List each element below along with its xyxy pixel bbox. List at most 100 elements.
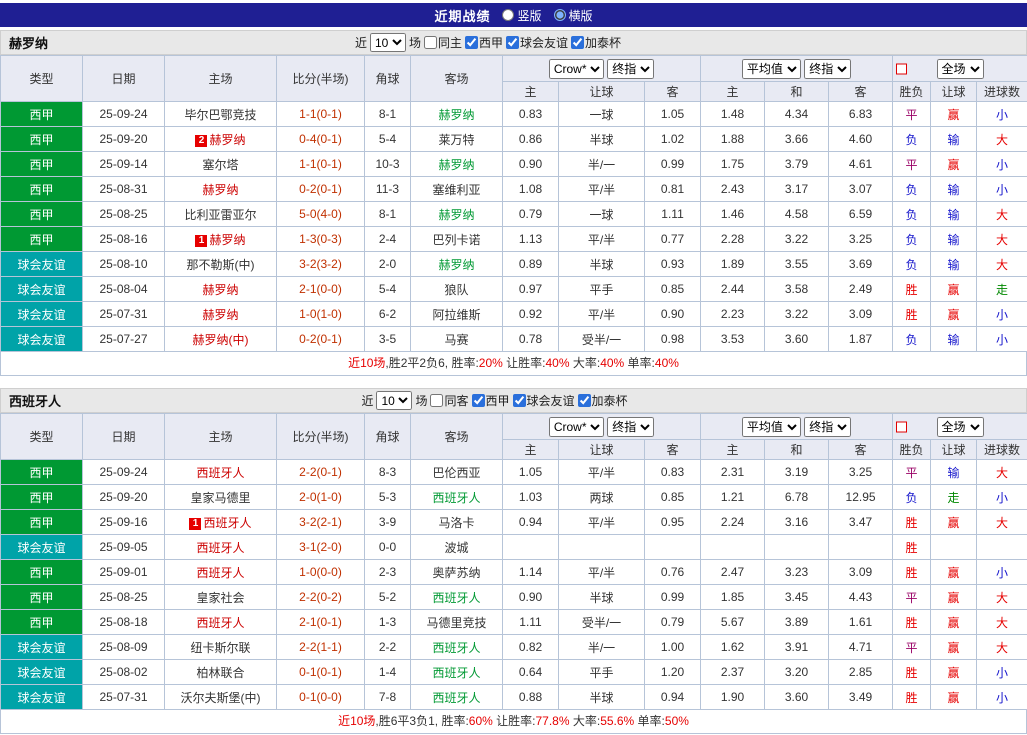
home-team-link[interactable]: 皇家马德里 bbox=[190, 491, 250, 505]
away-team-link[interactable]: 赫罗纳 bbox=[438, 258, 474, 272]
league-filter-catalan-cup[interactable]: 加泰杯 bbox=[571, 34, 621, 51]
score-cell[interactable]: 0-1(0-0) bbox=[277, 685, 365, 710]
home-team-link[interactable]: 赫罗纳 bbox=[209, 233, 245, 247]
home-team-link[interactable]: 赫罗纳 bbox=[202, 283, 238, 297]
fulltime-select[interactable]: 全场 bbox=[937, 417, 984, 437]
away-team-link[interactable]: 马赛 bbox=[444, 333, 468, 347]
score-cell[interactable]: 1-0(1-0) bbox=[277, 302, 365, 327]
home-team-link[interactable]: 纽卡斯尔联 bbox=[190, 641, 250, 655]
odds-stage-select[interactable]: 终指 bbox=[607, 417, 654, 437]
score-cell[interactable]: 1-1(0-1) bbox=[277, 102, 365, 127]
euro-stage-select[interactable]: 终指 bbox=[804, 59, 851, 79]
score-cell[interactable]: 1-1(0-1) bbox=[277, 152, 365, 177]
ah-home-odds-cell: 0.79 bbox=[503, 202, 559, 227]
league-filter-catalan-cup[interactable]: 加泰杯 bbox=[578, 392, 628, 409]
same-venue-checkbox[interactable] bbox=[430, 394, 443, 407]
home-team-link[interactable]: 西班牙人 bbox=[203, 516, 251, 530]
score-cell[interactable]: 2-2(0-1) bbox=[277, 460, 365, 485]
corners-cell: 3-9 bbox=[365, 510, 411, 535]
away-team-link[interactable]: 西班牙人 bbox=[432, 666, 480, 680]
score-cell[interactable]: 3-1(2-0) bbox=[277, 535, 365, 560]
away-team-link[interactable]: 赫罗纳 bbox=[438, 108, 474, 122]
away-team-link[interactable]: 马洛卡 bbox=[438, 516, 474, 530]
home-team-link[interactable]: 那不勒斯(中) bbox=[187, 258, 255, 272]
summary-segment: 77.8% bbox=[535, 714, 569, 728]
home-team-link[interactable]: 赫罗纳 bbox=[202, 183, 238, 197]
home-team-link[interactable]: 柏林联合 bbox=[196, 666, 244, 680]
friendly-checkbox[interactable] bbox=[506, 36, 519, 49]
home-team-link[interactable]: 塞尔塔 bbox=[202, 158, 238, 172]
home-team-link[interactable]: 西班牙人 bbox=[196, 616, 244, 630]
bookmaker-select[interactable]: Crow* bbox=[549, 59, 604, 79]
bookmaker-select[interactable]: Crow* bbox=[549, 417, 604, 437]
away-team-link[interactable]: 马德里竞技 bbox=[426, 616, 486, 630]
average-select[interactable]: 平均值 bbox=[742, 59, 801, 79]
horizontal-layout-radio[interactable] bbox=[554, 9, 566, 21]
home-team-link[interactable]: 赫罗纳(中) bbox=[193, 333, 249, 347]
same-venue-checkbox[interactable] bbox=[424, 36, 437, 49]
score-cell[interactable]: 0-1(0-1) bbox=[277, 660, 365, 685]
goals-result-cell: 小 bbox=[977, 685, 1027, 710]
away-team-link[interactable]: 巴列卡诺 bbox=[432, 233, 480, 247]
score-cell[interactable]: 2-1(0-1) bbox=[277, 610, 365, 635]
home-team-link[interactable]: 西班牙人 bbox=[196, 566, 244, 580]
score-cell[interactable]: 3-2(3-2) bbox=[277, 252, 365, 277]
layout-horizontal-option[interactable]: 横版 bbox=[554, 7, 593, 24]
score-cell[interactable]: 5-0(4-0) bbox=[277, 202, 365, 227]
away-team-link[interactable]: 赫罗纳 bbox=[438, 158, 474, 172]
away-team-link[interactable]: 西班牙人 bbox=[432, 491, 480, 505]
recent-count-select[interactable]: 10 bbox=[376, 391, 412, 410]
away-team-link[interactable]: 莱万特 bbox=[438, 133, 474, 147]
away-team-link[interactable]: 波城 bbox=[444, 541, 468, 555]
away-team-link[interactable]: 塞维利亚 bbox=[432, 183, 480, 197]
corners-cell: 6-2 bbox=[365, 302, 411, 327]
odds-stage-select[interactable]: 终指 bbox=[607, 59, 654, 79]
away-team-link[interactable]: 西班牙人 bbox=[432, 641, 480, 655]
laliga-checkbox[interactable] bbox=[472, 394, 485, 407]
away-team-link[interactable]: 巴伦西亚 bbox=[432, 466, 480, 480]
score-cell[interactable]: 2-2(0-2) bbox=[277, 585, 365, 610]
score-cell[interactable]: 0-2(0-1) bbox=[277, 177, 365, 202]
league-filter-friendly[interactable]: 球会友谊 bbox=[506, 34, 568, 51]
catalan-cup-checkbox[interactable] bbox=[571, 36, 584, 49]
average-select[interactable]: 平均值 bbox=[742, 417, 801, 437]
catalan-cup-checkbox[interactable] bbox=[578, 394, 591, 407]
home-team-link[interactable]: 西班牙人 bbox=[196, 466, 244, 480]
score-cell[interactable]: 3-2(2-1) bbox=[277, 510, 365, 535]
away-team-link[interactable]: 赫罗纳 bbox=[438, 208, 474, 222]
same-venue-filter[interactable]: 同客 bbox=[430, 392, 468, 409]
home-team-link[interactable]: 皇家社会 bbox=[196, 591, 244, 605]
same-venue-filter[interactable]: 同主 bbox=[424, 34, 462, 51]
away-team-link[interactable]: 西班牙人 bbox=[432, 591, 480, 605]
league-filter-laliga[interactable]: 西甲 bbox=[465, 34, 503, 51]
score-cell[interactable]: 2-1(0-0) bbox=[277, 277, 365, 302]
laliga-checkbox[interactable] bbox=[465, 36, 478, 49]
away-team-link[interactable]: 奥萨苏纳 bbox=[432, 566, 480, 580]
score-cell[interactable]: 2-0(1-0) bbox=[277, 485, 365, 510]
away-team-link[interactable]: 西班牙人 bbox=[432, 691, 480, 705]
recent-count-select[interactable]: 10 bbox=[370, 33, 406, 52]
league-filter-laliga[interactable]: 西甲 bbox=[472, 392, 510, 409]
score-cell[interactable]: 1-0(0-0) bbox=[277, 560, 365, 585]
col-goals: 进球数 bbox=[977, 440, 1027, 460]
goals-result-cell: 小 bbox=[977, 102, 1027, 127]
fulltime-select[interactable]: 全场 bbox=[937, 59, 984, 79]
score-cell[interactable]: 1-3(0-3) bbox=[277, 227, 365, 252]
away-team-link[interactable]: 阿拉维斯 bbox=[432, 308, 480, 322]
home-team-link[interactable]: 比利亚雷亚尔 bbox=[184, 208, 256, 222]
home-team-link[interactable]: 赫罗纳 bbox=[202, 308, 238, 322]
home-team-link[interactable]: 沃尔夫斯堡(中) bbox=[181, 691, 261, 705]
league-filter-friendly[interactable]: 球会友谊 bbox=[513, 392, 575, 409]
home-team-link[interactable]: 毕尔巴鄂竞技 bbox=[184, 108, 256, 122]
home-team-link[interactable]: 西班牙人 bbox=[196, 541, 244, 555]
odds-home-cell: 1.89 bbox=[701, 252, 765, 277]
score-cell[interactable]: 0-2(0-1) bbox=[277, 327, 365, 352]
friendly-checkbox[interactable] bbox=[513, 394, 526, 407]
layout-vertical-option[interactable]: 竖版 bbox=[502, 7, 541, 24]
score-cell[interactable]: 2-2(1-1) bbox=[277, 635, 365, 660]
home-team-link[interactable]: 赫罗纳 bbox=[209, 133, 245, 147]
euro-stage-select[interactable]: 终指 bbox=[804, 417, 851, 437]
score-cell[interactable]: 0-4(0-1) bbox=[277, 127, 365, 152]
vertical-layout-radio[interactable] bbox=[502, 9, 514, 21]
away-team-link[interactable]: 狼队 bbox=[444, 283, 468, 297]
